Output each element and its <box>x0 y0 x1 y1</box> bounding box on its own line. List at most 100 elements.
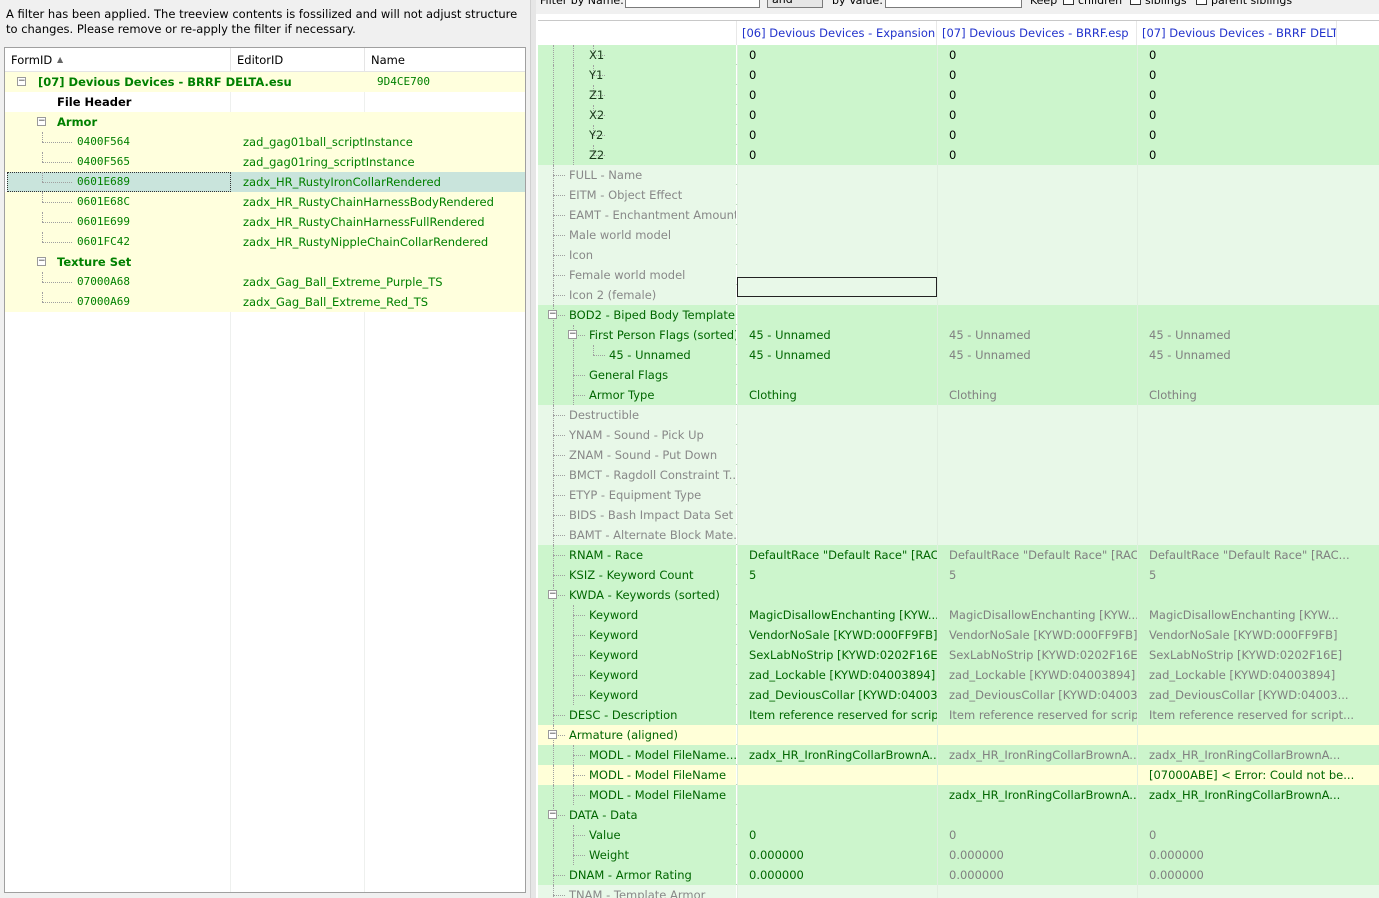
grid-row[interactable]: MODL - Model FileName zadx_HR_IronRingCol… <box>538 785 1379 805</box>
grid-label-cell[interactable]: General Flags <box>538 365 736 385</box>
grid-value-cell[interactable] <box>937 765 1137 785</box>
grid-value-cell[interactable]: 0 <box>737 45 937 65</box>
grid-value-cell[interactable]: 0 <box>1137 85 1379 105</box>
grid-label-cell[interactable]: EITM - Object Effect <box>538 185 736 205</box>
grid-row[interactable]: MODL - Model FileName... zadx_HR_IronRing… <box>538 745 1379 765</box>
tree-record-row[interactable]: 0601E699 zadx_HR_RustyChainHarnessFullRen… <box>5 212 525 232</box>
grid-header-plugin-2[interactable]: [07] Devious Devices - BRRF.esp <box>937 21 1137 45</box>
grid-value-cell[interactable]: 0 <box>937 145 1137 165</box>
grid-label-cell[interactable]: Weight <box>538 845 736 865</box>
grid-row[interactable]: Keyword zad_DeviousCollar [KYWD:04003... z… <box>538 685 1379 705</box>
grid-value-cell[interactable] <box>1137 285 1379 305</box>
grid-value-cell[interactable]: 0.000000 <box>737 865 937 885</box>
tree-header-row[interactable]: File Header <box>5 92 525 112</box>
grid-label-cell[interactable]: BAMT - Alternate Block Mate... <box>538 525 736 545</box>
grid-value-cell[interactable] <box>1137 525 1379 545</box>
grid-value-cell[interactable] <box>737 885 937 898</box>
grid-header-plugin-3[interactable]: [07] Devious Devices - BRRF DELT... <box>1137 21 1337 45</box>
grid-value-cell[interactable] <box>1137 305 1379 325</box>
grid-value-cell[interactable] <box>937 425 1137 445</box>
grid-value-cell[interactable] <box>1137 265 1379 285</box>
grid-value-cell[interactable] <box>937 265 1137 285</box>
grid-row[interactable]: − First Person Flags (sorted) 45 - Unnamed… <box>538 325 1379 345</box>
grid-value-cell[interactable] <box>937 245 1137 265</box>
grid-value-cell[interactable] <box>1137 585 1379 605</box>
grid-value-cell[interactable]: DefaultRace "Default Race" [RAC... <box>937 545 1137 565</box>
grid-label-cell[interactable]: BIDS - Bash Impact Data Set <box>538 505 736 525</box>
grid-value-cell[interactable] <box>737 225 937 245</box>
grid-value-cell[interactable]: 45 - Unnamed <box>1137 345 1379 365</box>
grid-value-cell[interactable] <box>1137 165 1379 185</box>
grid-value-cell[interactable]: 0 <box>737 145 937 165</box>
grid-row[interactable]: DESC - Description Item reference reserve… <box>538 705 1379 725</box>
grid-value-cell[interactable]: 0 <box>737 85 937 105</box>
grid-value-cell[interactable]: 0 <box>937 105 1137 125</box>
grid-value-cell[interactable]: MagicDisallowEnchanting [KYW... <box>937 605 1137 625</box>
grid-value-cell[interactable]: Clothing <box>1137 385 1379 405</box>
grid-label-cell[interactable]: − First Person Flags (sorted) <box>538 325 736 345</box>
grid-value-cell[interactable] <box>737 525 937 545</box>
grid-value-cell[interactable]: 0 <box>1137 825 1379 845</box>
tree-record-row[interactable]: 07000A68 zadx_Gag_Ball_Extreme_Purple_TS <box>5 272 525 292</box>
grid-label-cell[interactable]: EAMT - Enchantment Amount <box>538 205 736 225</box>
grid-row[interactable]: EITM - Object Effect <box>538 185 1379 205</box>
grid-value-cell[interactable] <box>937 525 1137 545</box>
grid-row[interactable]: RNAM - Race DefaultRace "Default Race" [R… <box>538 545 1379 565</box>
grid-row[interactable]: X2 0 0 0 <box>538 105 1379 125</box>
collapse-toggle-icon[interactable]: − <box>37 117 46 126</box>
grid-label-cell[interactable]: DESC - Description <box>538 705 736 725</box>
grid-value-cell[interactable]: VendorNoSale [KYWD:000FF9FB] <box>1137 625 1379 645</box>
grid-row[interactable]: General Flags <box>538 365 1379 385</box>
grid-value-cell[interactable]: zadx_HR_IronRingCollarBrownA... <box>1137 745 1379 765</box>
grid-value-cell[interactable] <box>1137 365 1379 385</box>
grid-value-cell[interactable] <box>937 445 1137 465</box>
grid-value-cell[interactable]: MagicDisallowEnchanting [KYW... <box>1137 605 1379 625</box>
grid-label-cell[interactable]: ZNAM - Sound - Put Down <box>538 445 736 465</box>
grid-label-cell[interactable]: TNAM - Template Armor <box>538 885 736 898</box>
grid-value-cell[interactable] <box>937 585 1137 605</box>
grid-row[interactable]: Armor Type Clothing Clothing Clothing <box>538 385 1379 405</box>
grid-value-cell[interactable]: zadx_HR_IronRingCollarBrownA... <box>1137 785 1379 805</box>
grid-value-cell[interactable]: 45 - Unnamed <box>937 345 1137 365</box>
grid-label-cell[interactable]: − KWDA - Keywords (sorted) <box>538 585 736 605</box>
grid-value-cell[interactable]: 5 <box>1137 565 1379 585</box>
grid-label-cell[interactable]: Keyword <box>538 665 736 685</box>
grid-value-cell[interactable] <box>737 505 937 525</box>
grid-value-cell[interactable]: 5 <box>737 565 937 585</box>
grid-label-cell[interactable]: Armor Type <box>538 385 736 405</box>
grid-row[interactable]: Y2 0 0 0 <box>538 125 1379 145</box>
grid-label-cell[interactable]: Z1 <box>538 85 736 105</box>
grid-label-cell[interactable]: − Armature (aligned) <box>538 725 736 745</box>
grid-value-cell[interactable] <box>937 885 1137 898</box>
grid-label-cell[interactable]: Keyword <box>538 625 736 645</box>
focused-cell[interactable] <box>737 277 937 297</box>
grid-label-cell[interactable]: KSIZ - Keyword Count <box>538 565 736 585</box>
grid-value-cell[interactable] <box>737 245 937 265</box>
grid-label-cell[interactable]: X1 <box>538 45 736 65</box>
grid-row[interactable]: Keyword VendorNoSale [KYWD:000FF9FB] Vendo… <box>538 625 1379 645</box>
grid-label-cell[interactable]: DNAM - Armor Rating <box>538 865 736 885</box>
record-treeview[interactable]: FormID ▲ EditorID Name − [07] Devious Devi… <box>4 47 526 893</box>
grid-row[interactable]: Z1 0 0 0 <box>538 85 1379 105</box>
column-formid[interactable]: FormID ▲ <box>5 48 231 72</box>
grid-row[interactable]: BMCT - Ragdoll Constraint T... <box>538 465 1379 485</box>
grid-label-cell[interactable]: MODL - Model FileName <box>538 785 736 805</box>
grid-value-cell[interactable]: SexLabNoStrip [KYWD:0202F16E] <box>1137 645 1379 665</box>
grid-value-cell[interactable] <box>1137 485 1379 505</box>
grid-value-cell[interactable] <box>937 205 1137 225</box>
grid-value-cell[interactable]: Item reference reserved for script... <box>737 705 937 725</box>
grid-row[interactable]: Z2 0 0 0 <box>538 145 1379 165</box>
grid-label-cell[interactable]: ETYP - Equipment Type <box>538 485 736 505</box>
column-editorid[interactable]: EditorID <box>231 48 365 72</box>
grid-value-cell[interactable]: 0 <box>737 825 937 845</box>
grid-value-cell[interactable]: DefaultRace "Default Race" [RAC... <box>737 545 937 565</box>
grid-label-cell[interactable]: Keyword <box>538 645 736 665</box>
tree-record-row[interactable]: 0601E689 zadx_HR_RustyIronCollarRendered <box>5 172 525 192</box>
grid-row[interactable]: Keyword SexLabNoStrip [KYWD:0202F16E] SexL… <box>538 645 1379 665</box>
grid-value-cell[interactable]: 0.000000 <box>1137 865 1379 885</box>
grid-value-cell[interactable] <box>1137 185 1379 205</box>
grid-row[interactable]: ETYP - Equipment Type <box>538 485 1379 505</box>
tree-record-row[interactable]: 0400F564 zad_gag01ball_scriptInstance <box>5 132 525 152</box>
grid-value-cell[interactable] <box>737 585 937 605</box>
grid-value-cell[interactable] <box>937 285 1137 305</box>
